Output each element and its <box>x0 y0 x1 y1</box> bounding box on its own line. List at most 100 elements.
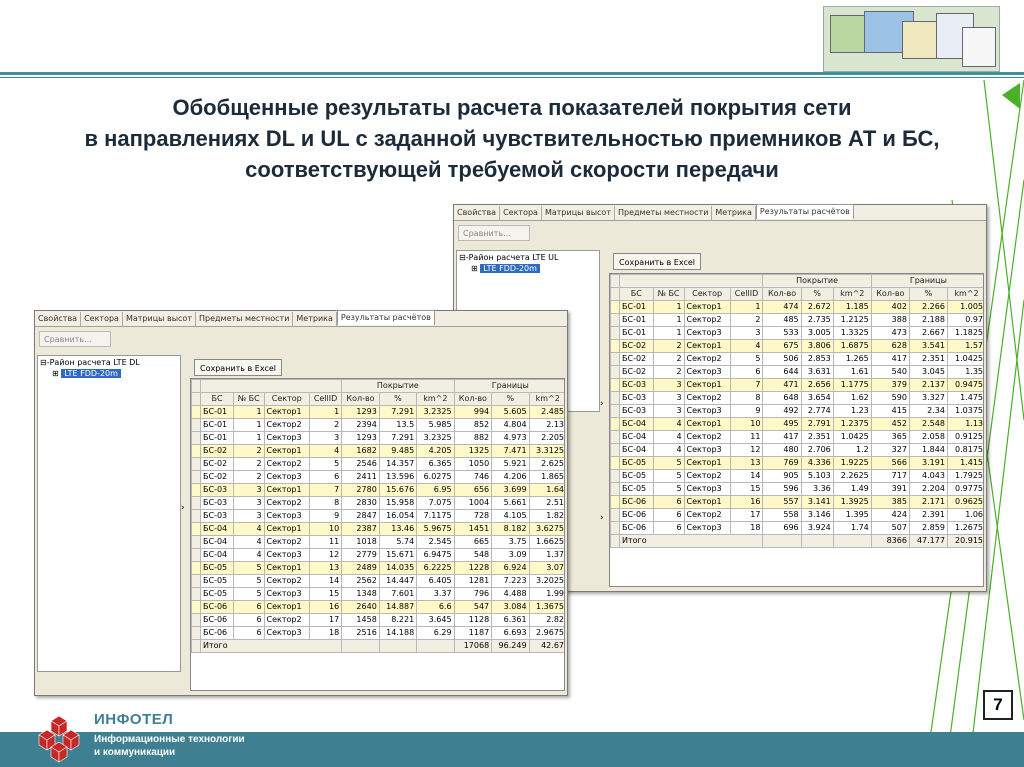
table-row[interactable]: БС-06 6 Сектор3 18 2516 14.188 6.29 1187 6.693 2.… <box>191 626 564 640</box>
row-selector <box>610 495 620 509</box>
tab-calculation-results[interactable]: Результаты расчётов <box>755 204 854 219</box>
table-row[interactable]: БС-05 5 Сектор3 15 1348 7.601 3.37 796 4.488 1.99 <box>191 587 564 601</box>
table-cell: 12 <box>308 548 343 562</box>
splitter-arrow-icon[interactable]: › <box>181 503 185 513</box>
tree-selected-item[interactable]: LTE FDD-20m <box>480 264 540 273</box>
table-row[interactable]: БС-04 4 Сектор1 10 2387 13.46 5.9675 1451 8.182 3… <box>191 522 564 536</box>
table-row[interactable]: БС-02 2 Сектор1 4 1682 9.485 4.205 1325 7.471 3.3… <box>191 444 564 458</box>
table-row[interactable]: БС-01 1 Сектор3 3 533 3.005 1.3325 473 2.667 1.18… <box>610 326 983 340</box>
table-row[interactable]: БС-04 4 Сектор2 11 1018 5.74 2.545 665 3.75 1.662… <box>191 535 564 549</box>
table-cell: 1458 <box>341 613 380 627</box>
table-cell: 17 <box>308 613 343 627</box>
table-row[interactable]: БС-05 5 Сектор2 14 905 5.103 2.2625 717 4.043 1.7… <box>610 469 983 483</box>
table-cell: 2.485 <box>528 405 564 419</box>
table-row[interactable]: БС-06 6 Сектор1 16 557 3.141 1.3925 385 2.171 0.9… <box>610 495 983 509</box>
table-cell: 1.2 <box>832 443 872 457</box>
table-row[interactable]: БС-06 6 Сектор3 18 696 3.924 1.74 507 2.859 1.267… <box>610 521 983 535</box>
tab-metric[interactable]: Метрика <box>293 312 337 326</box>
table-cell: Сектор3 <box>683 521 731 535</box>
tree-node-child[interactable]: ⊞ LTE FDD-20m <box>52 369 121 378</box>
table-row[interactable]: БС-01 1 Сектор3 3 1293 7.291 3.2325 882 4.973 2.2… <box>191 431 564 445</box>
table-row[interactable]: БС-04 4 Сектор1 10 495 2.791 1.2375 452 2.548 1.1… <box>610 417 983 431</box>
table-cell: 0.97 <box>946 313 983 327</box>
table-row[interactable]: БС-02 2 Сектор3 6 644 3.631 1.61 540 3.045 1.35 <box>610 365 983 379</box>
splitter-arrow-icon[interactable]: › <box>600 399 604 409</box>
table-row[interactable]: БС-06 6 Сектор1 16 2640 14.887 6.6 547 3.084 1.36… <box>191 600 564 614</box>
table-row[interactable]: БС-03 3 Сектор2 8 2830 15.958 7.075 1004 5.661 2.… <box>191 496 564 510</box>
table-cell: 1.0425 <box>832 430 872 444</box>
tab-elevation-matrices[interactable]: Матрицы высот <box>542 206 615 220</box>
table-cell: 1128 <box>453 613 493 627</box>
table-cell: Сектор1 <box>683 456 731 470</box>
table-row[interactable]: БС-06 6 Сектор2 17 1458 8.221 3.645 1128 6.361 2.… <box>191 613 564 627</box>
table-row[interactable]: БС-03 3 Сектор1 7 2780 15.676 6.95 656 3.699 1.64 <box>191 483 564 497</box>
table-cell: 1.2675 <box>946 521 983 535</box>
table-row[interactable]: БС-05 5 Сектор2 14 2562 14.447 6.405 1281 7.223 3… <box>191 574 564 588</box>
collapse-icon[interactable]: ⊟ <box>459 253 466 262</box>
table-row[interactable]: БС-06 6 Сектор2 17 558 3.146 1.395 424 2.391 1.06 <box>610 508 983 522</box>
tab-properties[interactable]: Свойства <box>454 206 501 220</box>
table-row[interactable]: БС-01 1 Сектор1 1 474 2.672 1.185 402 2.266 1.005 <box>610 300 983 314</box>
table-row[interactable]: БС-01 1 Сектор1 1 1293 7.291 3.2325 994 5.605 2.4… <box>191 405 564 419</box>
save-excel-button[interactable]: Сохранить в Excel <box>613 253 701 270</box>
tree-node-root[interactable]: ⊟-Район расчета LTE UL <box>459 253 558 262</box>
table-cell: 3.541 <box>908 339 948 353</box>
row-selector <box>610 326 620 340</box>
tree-node-root[interactable]: ⊟-Район расчета LTE DL <box>40 358 140 367</box>
table-cell: 558 <box>762 508 802 522</box>
table-cell: 648 <box>762 391 802 405</box>
table-cell: 1.2125 <box>832 313 872 327</box>
table-row[interactable]: БС-05 5 Сектор1 13 769 4.336 1.9225 566 3.191 1.4… <box>610 456 983 470</box>
table-cell: 402 <box>870 300 910 314</box>
table-row[interactable]: БС-05 5 Сектор1 13 2489 14.035 6.2225 1228 6.924… <box>191 561 564 575</box>
table-row[interactable]: БС-05 5 Сектор3 15 596 3.36 1.49 391 2.204 0.9775 <box>610 482 983 496</box>
save-excel-button[interactable]: Сохранить в Excel <box>194 359 282 376</box>
table-row[interactable]: БС-03 3 Сектор2 8 648 3.654 1.62 590 3.327 1.475 <box>610 391 983 405</box>
header-spacer <box>199 379 343 393</box>
table-row[interactable]: БС-01 1 Сектор2 2 485 2.735 1.2125 388 2.188 0.97 <box>610 313 983 327</box>
table-row[interactable]: БС-02 2 Сектор1 4 675 3.806 1.6875 628 3.541 1.57 <box>610 339 983 353</box>
splitter-arrow-icon[interactable]: › <box>600 513 604 523</box>
tree-node-child[interactable]: ⊞ LTE FDD-20m <box>471 264 540 273</box>
tree-selected-item[interactable]: LTE FDD-20m <box>61 369 121 378</box>
table-row[interactable]: БС-02 2 Сектор2 5 506 2.853 1.265 417 2.351 1.042… <box>610 352 983 366</box>
table-row[interactable]: БС-03 3 Сектор3 9 2847 16.054 7.1175 728 4.105 1.… <box>191 509 564 523</box>
tab-calculation-results[interactable]: Результаты расчётов <box>336 310 435 325</box>
table-row[interactable]: БС-04 4 Сектор3 12 480 2.706 1.2 327 1.844 0.8175 <box>610 443 983 457</box>
tab-sectors[interactable]: Сектора <box>500 206 542 220</box>
table-cell: 1 <box>233 405 265 419</box>
table-cell: 3.3125 <box>528 444 564 458</box>
table-cell: 4 <box>308 444 343 458</box>
row-selector <box>191 587 201 601</box>
tab-sectors[interactable]: Сектора <box>81 312 123 326</box>
tab-properties[interactable]: Свойства <box>35 312 82 326</box>
table-row[interactable]: БС-01 1 Сектор2 2 2394 13.5 5.985 852 4.804 2.13 <box>191 418 564 432</box>
tab-metric[interactable]: Метрика <box>712 206 756 220</box>
table-cell: БС-01 <box>199 431 235 445</box>
table-row[interactable]: БС-02 2 Сектор3 6 2411 13.596 6.0275 746 4.206 1.… <box>191 470 564 484</box>
tab-terrain-objects[interactable]: Предметы местности <box>196 312 294 326</box>
table-row[interactable]: БС-04 4 Сектор3 12 2779 15.671 6.9475 548 3.09 1.… <box>191 548 564 562</box>
table-row[interactable]: БС-03 3 Сектор1 7 471 2.656 1.1775 379 2.137 0.94… <box>610 378 983 392</box>
table-row[interactable]: БС-04 4 Сектор2 11 417 2.351 1.0425 365 2.058 0.9… <box>610 430 983 444</box>
table-cell: 5.605 <box>491 405 530 419</box>
tagline-line-1: Информационные технологии <box>94 734 245 745</box>
column-header: № БС <box>652 287 685 301</box>
compare-button[interactable]: Сравнить... <box>39 331 111 347</box>
tab-elevation-matrices[interactable]: Матрицы высот <box>123 312 196 326</box>
table-cell: 3 <box>233 509 265 523</box>
table-cell: 7.471 <box>491 444 530 458</box>
table-row[interactable]: БС-02 2 Сектор2 5 2546 14.357 6.365 1050 5.921 2.… <box>191 457 564 471</box>
compare-button[interactable]: Сравнить... <box>458 225 530 241</box>
row-selector <box>191 483 201 497</box>
tab-terrain-objects[interactable]: Предметы местности <box>615 206 713 220</box>
row-selector <box>191 457 201 471</box>
expand-icon[interactable]: ⊞ <box>52 369 59 378</box>
table-cell <box>800 534 834 548</box>
row-selector <box>191 626 201 640</box>
table-row[interactable]: БС-03 3 Сектор3 9 492 2.774 1.23 415 2.34 1.0375 <box>610 404 983 418</box>
table-cell: БС-01 <box>619 326 654 340</box>
collapse-icon[interactable]: ⊟ <box>40 358 47 367</box>
expand-icon[interactable]: ⊞ <box>471 264 478 273</box>
table-cell: 2 <box>308 418 343 432</box>
